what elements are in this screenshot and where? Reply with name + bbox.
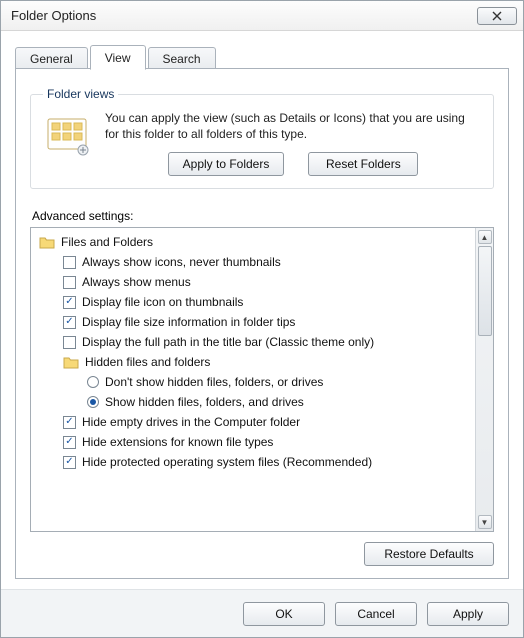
tree-item-label: Hide extensions for known file types <box>82 435 273 449</box>
scroll-thumb[interactable] <box>478 246 492 336</box>
folder-icon <box>63 355 79 369</box>
tree-item-display-file-size[interactable]: Display file size information in folder … <box>33 312 473 332</box>
tree-item-dont-show-hidden[interactable]: Don't show hidden files, folders, or dri… <box>33 372 473 392</box>
scrollbar[interactable]: ▲ ▼ <box>475 228 493 531</box>
apply-button[interactable]: Apply <box>427 602 509 626</box>
tab-general[interactable]: General <box>15 47 88 69</box>
scroll-down-icon[interactable]: ▼ <box>478 515 492 529</box>
tree-group-label: Files and Folders <box>61 235 153 249</box>
checkbox-icon[interactable] <box>63 276 76 289</box>
tree-item-label: Display file icon on thumbnails <box>82 295 243 309</box>
tree-item-label: Hide empty drives in the Computer folder <box>82 415 300 429</box>
checkbox-icon[interactable] <box>63 416 76 429</box>
window-title: Folder Options <box>11 8 477 23</box>
tree-group-hidden: Hidden files and folders <box>33 352 473 372</box>
folder-views-group: Folder views <box>30 87 494 189</box>
checkbox-icon[interactable] <box>63 456 76 469</box>
checkbox-icon[interactable] <box>63 336 76 349</box>
dialog-footer: OK Cancel Apply <box>1 589 523 637</box>
titlebar: Folder Options <box>1 1 523 31</box>
tree-item-hide-protected-os[interactable]: Hide protected operating system files (R… <box>33 452 473 472</box>
radio-icon[interactable] <box>87 396 99 408</box>
scroll-up-icon[interactable]: ▲ <box>478 230 492 244</box>
tree-item-display-file-icon[interactable]: Display file icon on thumbnails <box>33 292 473 312</box>
checkbox-icon[interactable] <box>63 316 76 329</box>
tab-view[interactable]: View <box>90 45 146 70</box>
tree-item-label: Hide protected operating system files (R… <box>82 455 372 469</box>
checkbox-icon[interactable] <box>63 256 76 269</box>
tree-item-label: Don't show hidden files, folders, or dri… <box>105 375 323 389</box>
restore-defaults-button[interactable]: Restore Defaults <box>364 542 494 566</box>
apply-to-folders-button[interactable]: Apply to Folders <box>168 152 285 176</box>
tree-item-label: Show hidden files, folders, and drives <box>105 395 304 409</box>
folder-views-text: You can apply the view (such as Details … <box>105 111 481 142</box>
folder-icon <box>39 235 55 249</box>
tree-item-label: Display the full path in the title bar (… <box>82 335 374 349</box>
ok-button[interactable]: OK <box>243 602 325 626</box>
tree-item-hide-extensions[interactable]: Hide extensions for known file types <box>33 432 473 452</box>
tree-group-label: Hidden files and folders <box>85 355 210 369</box>
tree-item-always-menus[interactable]: Always show menus <box>33 272 473 292</box>
advanced-settings-label: Advanced settings: <box>32 209 494 223</box>
folder-views-legend: Folder views <box>43 87 118 101</box>
tree-item-always-icons[interactable]: Always show icons, never thumbnails <box>33 252 473 272</box>
folder-views-icon <box>43 111 93 159</box>
tab-panel-view: Folder views <box>15 68 509 579</box>
tree-item-hide-empty-drives[interactable]: Hide empty drives in the Computer folder <box>33 412 473 432</box>
tab-strip: General View Search <box>15 45 509 69</box>
tab-search[interactable]: Search <box>148 47 216 69</box>
tree-item-label: Always show icons, never thumbnails <box>82 255 281 269</box>
radio-icon[interactable] <box>87 376 99 388</box>
advanced-settings-tree: Files and Folders Always show icons, nev… <box>30 227 494 532</box>
cancel-button[interactable]: Cancel <box>335 602 417 626</box>
close-x-icon <box>490 11 504 21</box>
advanced-settings-list[interactable]: Files and Folders Always show icons, nev… <box>31 228 475 531</box>
tree-item-show-hidden[interactable]: Show hidden files, folders, and drives <box>33 392 473 412</box>
checkbox-icon[interactable] <box>63 436 76 449</box>
close-button[interactable] <box>477 7 517 25</box>
checkbox-icon[interactable] <box>63 296 76 309</box>
scroll-track[interactable] <box>478 246 492 513</box>
tree-group-files-folders: Files and Folders <box>33 232 473 252</box>
tree-item-label: Display file size information in folder … <box>82 315 295 329</box>
reset-folders-button[interactable]: Reset Folders <box>308 152 418 176</box>
content-area: General View Search Folder views <box>1 31 523 589</box>
folder-options-window: Folder Options General View Search Folde… <box>0 0 524 638</box>
tree-item-label: Always show menus <box>82 275 191 289</box>
tree-item-display-full-path[interactable]: Display the full path in the title bar (… <box>33 332 473 352</box>
